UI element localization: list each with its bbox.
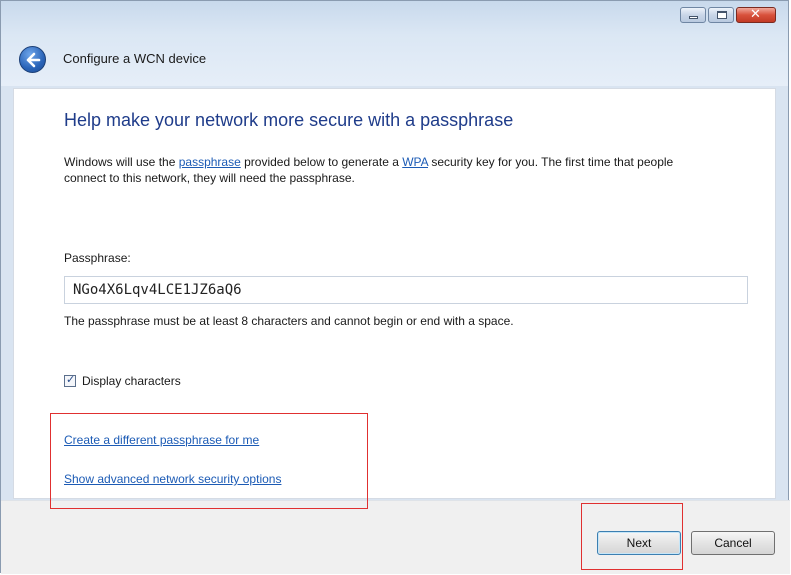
description-text-2: provided below to generate a xyxy=(240,155,403,169)
wpa-link[interactable]: WPA xyxy=(402,155,428,169)
description-text-1: Windows will use the xyxy=(64,155,179,169)
passphrase-label: Passphrase: xyxy=(64,251,131,265)
close-icon: ✕ xyxy=(750,7,761,22)
passphrase-hint: The passphrase must be at least 8 charac… xyxy=(64,314,514,328)
display-characters-row: ✓ Display characters xyxy=(64,373,181,388)
maximize-button[interactable] xyxy=(708,7,734,23)
window-title: Configure a WCN device xyxy=(63,51,207,66)
back-arrow-icon xyxy=(26,52,41,68)
display-characters-label[interactable]: Display characters xyxy=(82,374,181,388)
close-button[interactable]: ✕ xyxy=(736,7,776,23)
caption-buttons: ✕ xyxy=(680,7,776,23)
maximize-icon xyxy=(717,11,727,19)
title-bar: ✕ Configure a WCN device xyxy=(1,1,788,86)
display-characters-checkbox[interactable]: ✓ xyxy=(64,373,76,387)
checkmark-icon: ✓ xyxy=(66,373,76,386)
links-highlight-box xyxy=(50,413,368,509)
passphrase-input[interactable] xyxy=(64,276,748,304)
page-heading: Help make your network more secure with … xyxy=(64,110,514,130)
minimize-button[interactable] xyxy=(680,7,706,23)
cancel-button[interactable]: Cancel xyxy=(691,531,775,555)
next-highlight-box xyxy=(581,503,683,570)
minimize-icon xyxy=(689,16,698,19)
passphrase-link[interactable]: passphrase xyxy=(179,155,241,169)
back-button[interactable] xyxy=(19,46,46,73)
description: Windows will use the passphrase provided… xyxy=(64,154,714,186)
